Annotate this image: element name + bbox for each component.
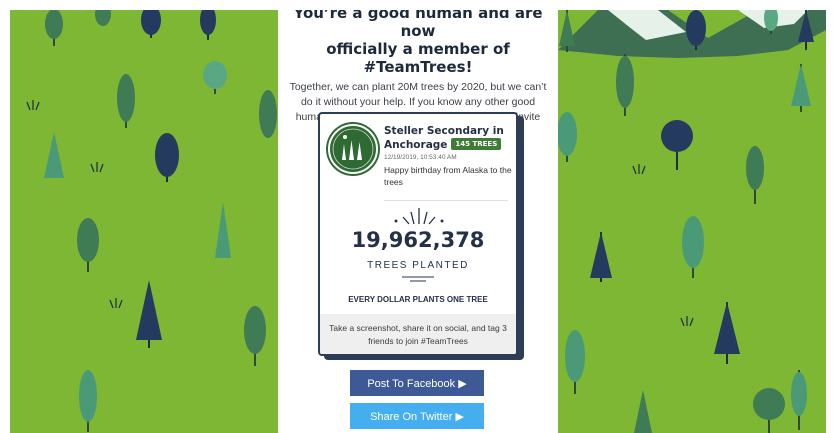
confirmation-panel: You’re a good human and are now official… xyxy=(278,10,558,433)
trees-counter: 19,962,378 xyxy=(351,228,485,252)
underline-decoration-icon xyxy=(402,276,434,282)
trees-count-badge: 145 TREES xyxy=(451,138,502,150)
post-to-facebook-button[interactable]: Post To Facebook ▶ xyxy=(350,370,484,396)
sparkle-burst-icon xyxy=(394,208,444,225)
trees-counter-label: TREES PLANTED xyxy=(367,260,469,271)
headline-line-2: officially a member of #TeamTrees! xyxy=(326,40,510,76)
share-on-twitter-button[interactable]: Share On Twitter ▶ xyxy=(350,403,484,429)
donation-timestamp: 12/19/2019, 10:53:40 AM xyxy=(384,154,457,161)
tagline: EVERY DOLLAR PLANTS ONE TREE xyxy=(348,295,488,304)
page-title: You’re a good human and are now official… xyxy=(278,10,558,76)
donor-name: Steller Secondary in Anchorage 145 TREES xyxy=(384,124,514,152)
forest-background-left xyxy=(10,10,278,433)
school-badge-icon xyxy=(328,124,378,174)
page-frame: You’re a good human and are now official… xyxy=(10,10,826,433)
share-instructions: Take a screenshot, share it on social, a… xyxy=(320,314,516,354)
share-card: Steller Secondary in Anchorage 145 TREES … xyxy=(318,112,524,360)
tree-icon xyxy=(259,90,277,138)
donor-info: Steller Secondary in Anchorage 145 TREES … xyxy=(384,124,514,188)
donor-message: Happy birthday from Alaska to the trees xyxy=(384,165,512,187)
headline-line-1: You’re a good human and are now xyxy=(293,10,543,40)
card-divider xyxy=(384,200,508,201)
forest-background-right xyxy=(558,10,826,433)
donation-card: Steller Secondary in Anchorage 145 TREES … xyxy=(318,112,518,356)
